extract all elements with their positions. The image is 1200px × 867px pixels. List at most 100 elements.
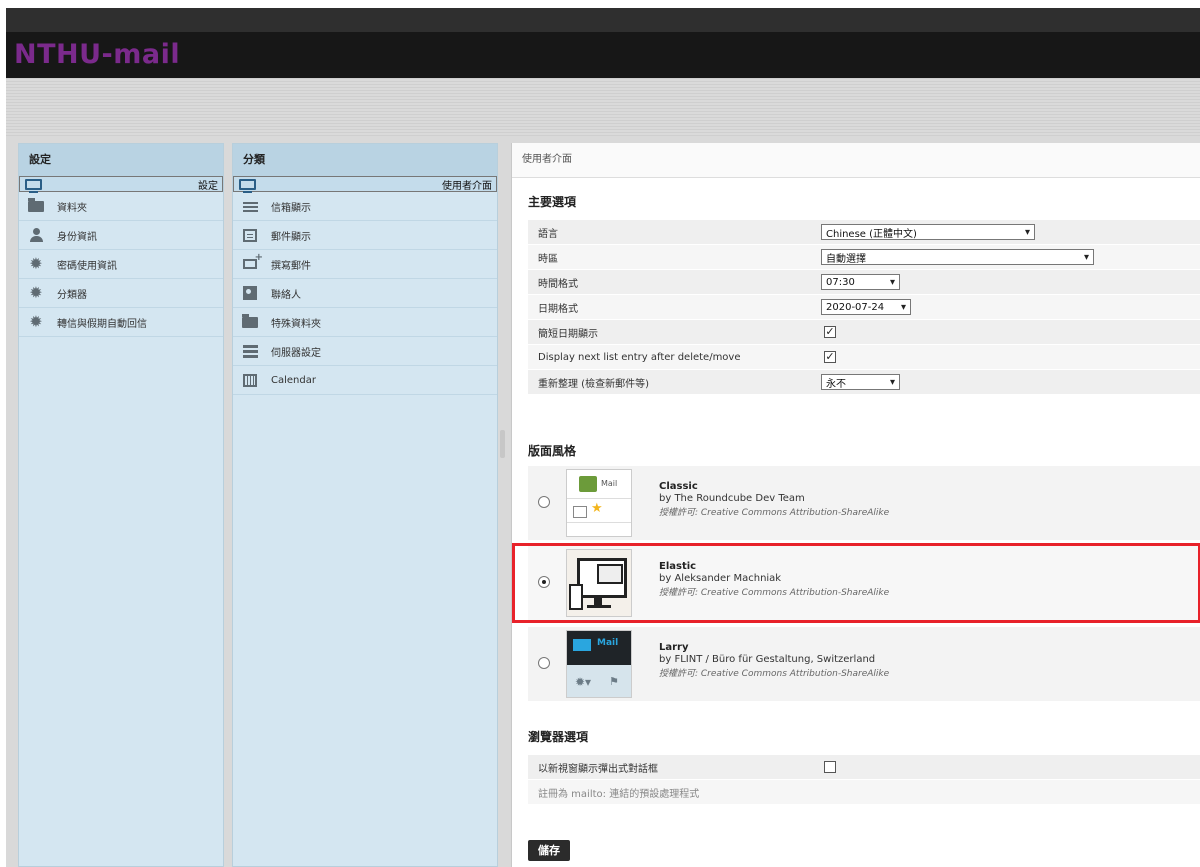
section-item-compose[interactable]: 撰寫郵件 xyxy=(233,250,497,279)
skin-option-classic[interactable]: Mail ★ Classic by The Roundcube Dev Team… xyxy=(528,466,1200,540)
option-display-next: Display next list entry after delete/mov… xyxy=(528,345,1200,370)
option-label: 時區 xyxy=(538,253,558,265)
skin-option-larry[interactable]: Mail ✹▾ ⚑ Larry by FLINT / Büro für Gest… xyxy=(528,627,1200,701)
option-label: 時間格式 xyxy=(538,278,578,290)
left-margin xyxy=(0,8,6,867)
option-mailto-handler[interactable]: 註冊為 mailto: 連結的預設處理程式 xyxy=(528,780,1200,805)
classic-thumbnail: Mail ★ xyxy=(566,469,632,537)
settings-sidebar: 設定 設定 資料夾 身份資訊 ✹ 密碼使用資訊 ✹ 分類器 ✹ 轉信與假期自動回… xyxy=(18,143,224,867)
sidebar-item-folders[interactable]: 資料夾 xyxy=(19,192,223,221)
top-margin xyxy=(0,0,1200,8)
box-icon xyxy=(241,227,259,243)
time-format-select[interactable]: 07:30 ▾ xyxy=(821,274,900,290)
popup-new-window-checkbox[interactable] xyxy=(824,761,836,773)
skin-license: 授權許可: Creative Commons Attribution-Share… xyxy=(659,669,890,679)
top-bar xyxy=(6,8,1200,32)
section-item-user-interface[interactable]: 使用者介面 xyxy=(233,176,497,193)
section-item-mailbox-view[interactable]: 信箱顯示 xyxy=(233,192,497,221)
sidebar-item-filters[interactable]: ✹ 分類器 xyxy=(19,279,223,308)
chevron-down-icon: ▾ xyxy=(1083,251,1089,263)
app-logo[interactable]: NTHU-mail xyxy=(14,39,180,70)
sidebar-item-label: 設定 xyxy=(198,180,218,192)
section-item-label: 聯絡人 xyxy=(271,289,301,301)
select-value: 永不 xyxy=(826,378,846,390)
screen-icon xyxy=(238,176,256,193)
refresh-select[interactable]: 永不 ▾ xyxy=(821,374,900,390)
thumb-label: Mail xyxy=(597,638,619,648)
select-value: 2020-07-24 xyxy=(826,301,885,313)
section-item-special-folders[interactable]: 特殊資料夾 xyxy=(233,308,497,337)
option-label: 以新視窗顯示彈出式對話框 xyxy=(538,763,658,775)
option-short-date: 簡短日期顯示 ✓ xyxy=(528,320,1200,345)
display-next-checkbox[interactable]: ✓ xyxy=(824,351,836,363)
chevron-down-icon: ▾ xyxy=(889,276,895,288)
section-item-label: 郵件顯示 xyxy=(271,231,311,243)
section-item-server-settings[interactable]: 伺服器設定 xyxy=(233,337,497,366)
option-label: 註冊為 mailto: 連結的預設處理程式 xyxy=(538,788,700,800)
section-item-label: 伺服器設定 xyxy=(271,347,321,359)
gear-icon: ✹ xyxy=(29,283,43,302)
toolbar-band xyxy=(6,78,1200,136)
browser-options-title: 瀏覽器選項 xyxy=(528,730,589,744)
option-popup-new-window: 以新視窗顯示彈出式對話框 xyxy=(528,755,1200,780)
skin-license: 授權許可: Creative Commons Attribution-Share… xyxy=(659,508,890,518)
section-item-message-view[interactable]: 郵件顯示 xyxy=(233,221,497,250)
option-label: 日期格式 xyxy=(538,303,578,315)
section-item-label: Calendar xyxy=(271,374,316,386)
calendar-icon xyxy=(241,372,259,388)
section-item-calendar[interactable]: Calendar xyxy=(233,366,497,395)
selected-skin-highlight xyxy=(512,543,1200,623)
sections-list: 分類 使用者介面 信箱顯示 郵件顯示 撰寫郵件 聯絡人 特殊資料夾 伺服器設定 … xyxy=(232,143,498,867)
save-button[interactable]: 儲存 xyxy=(528,840,570,861)
timezone-select[interactable]: 自動選擇 ▾ xyxy=(821,249,1094,265)
server-icon xyxy=(241,343,259,359)
date-format-select[interactable]: 2020-07-24 ▾ xyxy=(821,299,911,315)
select-value: 07:30 xyxy=(826,276,855,288)
sidebar-item-label: 分類器 xyxy=(57,289,87,301)
contact-card-icon xyxy=(241,285,259,301)
skin-author: by FLINT / Büro für Gestaltung, Switzerl… xyxy=(659,654,876,665)
gear-icon: ✹ xyxy=(29,254,43,273)
language-select[interactable]: Chinese (正體中文) ▾ xyxy=(821,224,1035,240)
thumb-label: Mail xyxy=(601,479,618,488)
sidebar-item-preferences[interactable]: 設定 xyxy=(19,176,223,193)
chevron-down-icon: ▾ xyxy=(889,376,895,388)
sidebar-item-label: 身份資訊 xyxy=(57,231,97,243)
option-timezone: 時區 自動選擇 ▾ xyxy=(528,245,1200,270)
section-item-contacts[interactable]: 聯絡人 xyxy=(233,279,497,308)
skin-name: Larry xyxy=(659,642,689,653)
option-date-format: 日期格式 2020-07-24 ▾ xyxy=(528,295,1200,320)
option-label: 重新整理 (檢查新郵件等) xyxy=(538,378,649,390)
option-language: 語言 Chinese (正體中文) ▾ xyxy=(528,220,1200,245)
chevron-down-icon: ▾ xyxy=(1024,226,1030,238)
option-time-format: 時間格式 07:30 ▾ xyxy=(528,270,1200,295)
skin-author: by The Roundcube Dev Team xyxy=(659,493,805,504)
sidebar-item-label: 密碼使用資訊 xyxy=(57,260,117,272)
skin-name: Classic xyxy=(659,481,698,492)
section-item-label: 信箱顯示 xyxy=(271,202,311,214)
screen-icon xyxy=(24,176,42,193)
folder-icon xyxy=(27,197,45,214)
skin-radio-larry[interactable] xyxy=(538,657,550,669)
select-value: 自動選擇 xyxy=(826,253,866,265)
larry-thumbnail: Mail ✹▾ ⚑ xyxy=(566,630,632,698)
option-refresh: 重新整理 (檢查新郵件等) 永不 ▾ xyxy=(528,370,1200,395)
option-label: Display next list entry after delete/mov… xyxy=(538,351,741,363)
select-value: Chinese (正體中文) xyxy=(826,228,917,240)
panel-header: 使用者介面 xyxy=(512,143,1200,178)
section-item-label: 撰寫郵件 xyxy=(271,260,311,272)
splitter-handle[interactable] xyxy=(500,430,505,458)
sidebar-item-password[interactable]: ✹ 密碼使用資訊 xyxy=(19,250,223,279)
sidebar-item-identities[interactable]: 身份資訊 xyxy=(19,221,223,250)
option-label: 語言 xyxy=(538,228,558,240)
section-item-label: 使用者介面 xyxy=(442,180,492,192)
sidebar-item-label: 資料夾 xyxy=(57,202,87,214)
sidebar-item-label: 轉信與假期自動回信 xyxy=(57,318,147,330)
settings-sidebar-title: 設定 xyxy=(19,144,223,176)
mail-plus-icon xyxy=(241,252,263,272)
preferences-panel: 使用者介面 主要選項 語言 Chinese (正體中文) ▾ 時區 自動選擇 ▾… xyxy=(511,143,1200,867)
sidebar-item-forwarding[interactable]: ✹ 轉信與假期自動回信 xyxy=(19,308,223,337)
option-label: 簡短日期顯示 xyxy=(538,328,598,340)
skin-radio-classic[interactable] xyxy=(538,496,550,508)
short-date-checkbox[interactable]: ✓ xyxy=(824,326,836,338)
